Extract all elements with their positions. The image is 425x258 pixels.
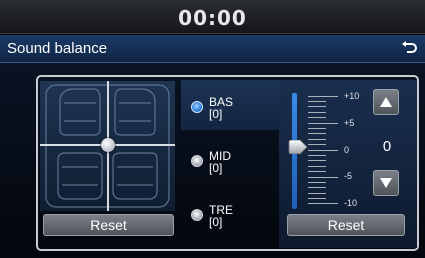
scale-tick bbox=[308, 96, 338, 97]
scale-tick bbox=[308, 112, 326, 113]
tone-scale bbox=[308, 96, 340, 204]
balance-knob[interactable] bbox=[101, 138, 115, 152]
scale-tick bbox=[308, 198, 326, 199]
tone-level-value: 0 bbox=[382, 138, 392, 155]
scale-tick bbox=[308, 187, 326, 188]
scale-tick bbox=[308, 150, 338, 151]
scale-tick bbox=[308, 144, 326, 145]
tone-slider-thumb[interactable] bbox=[288, 139, 308, 155]
content-area: Reset BAS [0] MID [0] TRE [0] +10 +5 0 -… bbox=[0, 63, 425, 258]
scale-tick bbox=[308, 203, 338, 204]
scale-tick bbox=[308, 177, 338, 178]
scale-tick bbox=[308, 182, 326, 183]
scale-label: -5 bbox=[344, 171, 353, 181]
tone-reset-button[interactable]: Reset bbox=[287, 214, 405, 236]
scale-tick bbox=[308, 155, 326, 156]
decrease-button[interactable] bbox=[373, 170, 399, 196]
scale-tick bbox=[308, 193, 326, 194]
scale-label: +10 bbox=[344, 91, 360, 101]
page-title: Sound balance bbox=[7, 40, 108, 57]
balance-grid[interactable] bbox=[40, 81, 175, 211]
clock: 00:00 bbox=[178, 6, 247, 30]
radio-unselected-icon[interactable] bbox=[191, 209, 203, 221]
tone-option-value: [0] bbox=[209, 161, 223, 175]
scale-label: +5 bbox=[344, 118, 355, 128]
scale-tick bbox=[308, 106, 326, 107]
radio-unselected-icon[interactable] bbox=[191, 155, 203, 167]
tone-option-value: [0] bbox=[209, 215, 223, 229]
tone-option-value: [0] bbox=[209, 107, 223, 121]
scale-tick bbox=[308, 133, 326, 134]
scale-tick bbox=[308, 171, 326, 172]
scale-tick bbox=[308, 101, 326, 102]
scale-tick bbox=[308, 166, 326, 167]
scale-tick bbox=[308, 160, 326, 161]
up-arrow-icon bbox=[380, 97, 392, 107]
down-arrow-icon bbox=[380, 178, 392, 188]
scale-tick bbox=[308, 117, 326, 118]
title-bar: Sound balance bbox=[0, 35, 425, 63]
scale-label: -10 bbox=[344, 198, 358, 208]
balance-reset-button[interactable]: Reset bbox=[43, 214, 174, 236]
increase-button[interactable] bbox=[373, 89, 399, 115]
scale-tick bbox=[308, 139, 326, 140]
radio-selected-icon[interactable] bbox=[191, 101, 203, 113]
back-arrow-icon[interactable] bbox=[399, 38, 419, 58]
scale-tick bbox=[308, 128, 326, 129]
scale-tick bbox=[308, 123, 338, 124]
status-bar: 00:00 bbox=[0, 0, 425, 34]
scale-label: 0 bbox=[344, 145, 350, 155]
